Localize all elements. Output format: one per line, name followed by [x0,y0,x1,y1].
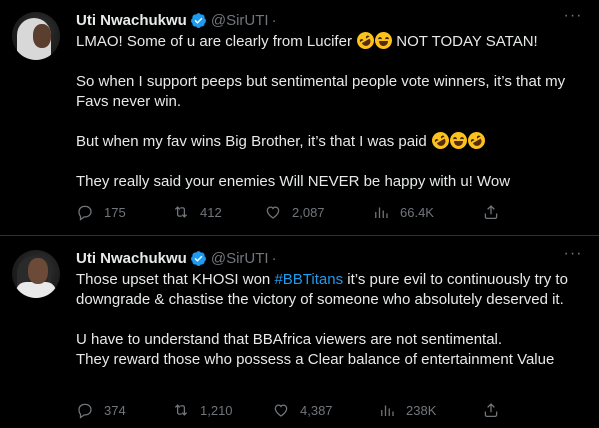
reply-icon [78,403,92,419]
like-count: 4,387 [300,402,333,418]
author-handle[interactable]: @SirUTI [211,250,269,267]
grin-squint-emoji-icon [449,132,467,149]
author-handle[interactable]: @SirUTI [211,12,269,29]
verified-badge-icon [190,250,206,266]
tweet-1[interactable]: Uti Nwachukwu @SirUTI · ··· LMAO! Some o… [0,0,599,236]
tweet-text: LMAO! Some of u are clearly from Lucifer [76,33,357,50]
tweet-header: Uti Nwachukwu @SirUTI · [76,10,277,30]
like-button[interactable]: 4,387 [272,401,333,419]
tweet-2[interactable]: Uti Nwachukwu @SirUTI · ··· Those upset … [0,236,599,428]
reply-count: 175 [104,204,126,220]
like-button[interactable]: 2,087 [264,203,325,221]
retweet-button[interactable]: 1,210 [172,401,233,419]
tweet-text: U have to understand that BBAfrica viewe… [76,331,503,348]
reply-icon [78,205,92,221]
rofl-emoji-icon [464,128,489,153]
tweet-text: So when I support peeps but sentimental … [76,73,566,110]
like-count: 2,087 [292,204,325,220]
retweet-icon [174,206,188,218]
retweet-button[interactable]: 412 [172,203,222,221]
views-count: 238K [406,402,437,418]
views-icon [375,207,388,218]
separator-dot: · [271,249,277,267]
rofl-emoji-icon [353,28,378,53]
retweet-icon [174,404,188,416]
more-dots-icon[interactable]: ··· [563,8,583,30]
grin-squint-emoji-icon [375,32,393,49]
share-button[interactable] [482,203,510,221]
verified-badge-icon [190,12,206,28]
author-name[interactable]: Uti Nwachukwu [76,250,187,267]
views-icon [381,405,394,416]
retweet-count: 412 [200,204,222,220]
tweet-text: But when my fav wins Big Brother, it’s t… [76,133,431,150]
tweet-text: Those upset that KHOSI won [76,271,275,288]
reply-button[interactable]: 175 [76,203,126,221]
author-name[interactable]: Uti Nwachukwu [76,12,187,29]
tweet-header: Uti Nwachukwu @SirUTI · [76,248,277,268]
like-icon [266,206,280,219]
tweet-text: NOT TODAY SATAN! [392,33,538,50]
views-button[interactable]: 238K [378,401,436,419]
tweet-body: Those upset that KHOSI won #BBTitans it’… [76,270,581,370]
tweet-text: They reward those who possess a Clear ba… [76,351,555,368]
views-count: 66.4K [400,204,434,220]
more-dots-icon[interactable]: ··· [563,246,583,268]
views-button[interactable]: 66.4K [372,203,434,221]
share-button[interactable] [482,401,510,419]
tweet-body: LMAO! Some of u are clearly from Lucifer… [76,28,581,192]
like-icon [274,404,288,417]
tweet-text: They really said your enemies Will NEVER… [76,173,511,190]
avatar[interactable] [12,12,60,60]
reply-button[interactable]: 374 [76,401,126,419]
hashtag-link[interactable]: #BBTitans [274,271,343,288]
rofl-emoji-icon [428,128,453,153]
avatar[interactable] [12,250,60,298]
share-icon [484,205,498,220]
reply-count: 374 [104,402,126,418]
separator-dot: · [271,11,277,29]
share-icon [484,403,498,418]
retweet-count: 1,210 [200,402,233,418]
